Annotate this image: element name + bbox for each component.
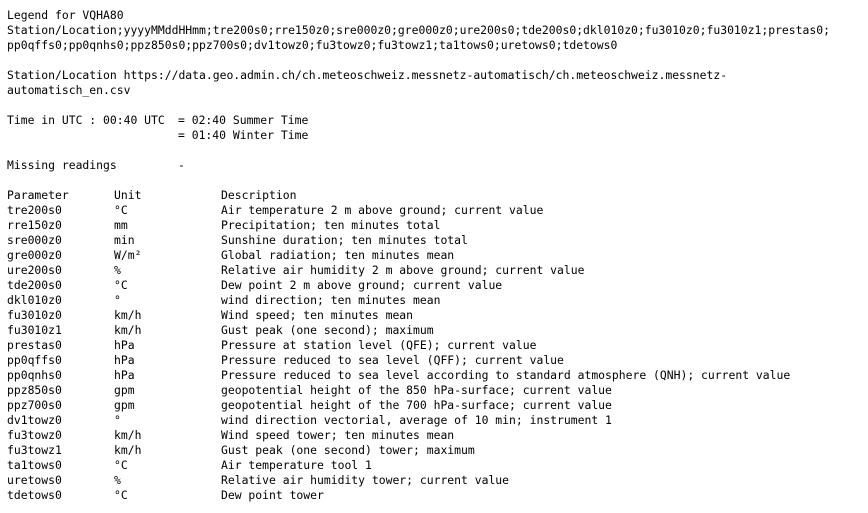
- description-cell: Air temperature 2 m above ground; curren…: [221, 203, 544, 217]
- parameter-cell: fu3towz0: [7, 428, 62, 442]
- table-row: fu3010z1 km/h Gust peak (one second); maxi…: [7, 323, 868, 338]
- description-cell: geopotential height of the 850 hPa-surfa…: [221, 383, 612, 397]
- description-cell: Wind speed tower; ten minutes mean: [221, 428, 455, 442]
- unit-cell: hPa: [114, 338, 135, 352]
- parameter-cell: dv1towz0: [7, 413, 62, 427]
- missing-readings-value: -: [178, 158, 185, 172]
- description-cell: Pressure reduced to sea level (QFF); cur…: [221, 353, 564, 367]
- parameter-cell: rre150z0: [7, 218, 62, 232]
- missing-readings-row: Missing readings -: [7, 158, 868, 173]
- parameter-cell: pp0qnhs0: [7, 368, 62, 382]
- description-cell: Relative air humidity 2 m above ground; …: [221, 263, 585, 277]
- description-cell: Gust peak (one second) tower; maximum: [221, 443, 475, 457]
- station-format-line: Station/Location;yyyyMMddHHmm;tre200s0;r…: [7, 23, 830, 37]
- unit-cell: °C: [114, 203, 128, 217]
- unit-cell: %: [114, 263, 121, 277]
- unit-cell: hPa: [114, 353, 135, 367]
- unit-cell: gpm: [114, 383, 135, 397]
- parameter-cell: prestas0: [7, 338, 62, 352]
- description-cell: wind direction; ten minutes mean: [221, 293, 441, 307]
- legend-title: Legend for VQHA80: [7, 8, 124, 22]
- description-cell: Pressure reduced to sea level according …: [221, 368, 791, 382]
- unit-cell: °: [114, 293, 121, 307]
- table-row: ppz850s0 gpm geopotential height of the 85…: [7, 383, 868, 398]
- table-row: tde200s0 °C Dew point 2 m above ground; cu…: [7, 278, 868, 293]
- parameter-table: tre200s0 °C Air temperature 2 m above grou…: [7, 203, 868, 503]
- station-location-line: automatisch_en.csv: [7, 83, 131, 97]
- description-cell: wind direction vectorial, average of 10 …: [221, 413, 612, 427]
- missing-readings-label: Missing readings: [7, 158, 117, 172]
- table-row: tdetows0 °C Dew point tower: [7, 488, 868, 503]
- table-row: tre200s0 °C Air temperature 2 m above grou…: [7, 203, 868, 218]
- time-utc-label: Time in UTC : 00:40 UTC: [7, 113, 165, 127]
- description-cell: Dew point 2 m above ground; current valu…: [221, 278, 503, 292]
- parameter-cell: fu3010z0: [7, 308, 62, 322]
- unit-cell: °C: [114, 488, 128, 502]
- parameter-cell: pp0qffs0: [7, 353, 62, 367]
- table-row: ppz700s0 gpm geopotential height of the 70…: [7, 398, 868, 413]
- table-row: rre150z0 mm Precipitation; ten minutes tot…: [7, 218, 868, 233]
- description-header: Description: [221, 188, 297, 202]
- unit-cell: %: [114, 473, 121, 487]
- time-row: Time in UTC : 00:40 UTC = 02:40 Summer T…: [7, 113, 868, 128]
- parameter-cell: fu3towz1: [7, 443, 62, 457]
- table-row: fu3010z0 km/h Wind speed; ten minutes mean: [7, 308, 868, 323]
- time-row: = 01:40 Winter Time: [7, 128, 868, 143]
- parameter-cell: uretows0: [7, 473, 62, 487]
- unit-cell: hPa: [114, 368, 135, 382]
- description-cell: Pressure at station level (QFE); current…: [221, 338, 537, 352]
- description-cell: geopotential height of the 700 hPa-surfa…: [221, 398, 612, 412]
- station-format-line: pp0qffs0;pp0qnhs0;ppz850s0;ppz700s0;dv1t…: [7, 38, 618, 52]
- table-row: sre000z0 min Sunshine duration; ten minute…: [7, 233, 868, 248]
- table-row: uretows0% Relative air humidity tower; cu…: [7, 473, 868, 488]
- unit-cell: km/h: [114, 308, 142, 322]
- unit-cell: gpm: [114, 398, 135, 412]
- parameter-header: Parameter: [7, 188, 69, 202]
- table-row: ta1tows0 °C Air temperature tool 1: [7, 458, 868, 473]
- table-header: Parameter Unit Description: [7, 188, 868, 203]
- winter-time: = 01:40 Winter Time: [178, 128, 309, 142]
- parameter-cell: fu3010z1: [7, 323, 62, 337]
- description-cell: Gust peak (one second); maximum: [221, 323, 434, 337]
- unit-cell: °C: [114, 458, 128, 472]
- table-row: prestas0 hPa Pressure at station level (QF…: [7, 338, 868, 353]
- parameter-cell: ppz700s0: [7, 398, 62, 412]
- parameter-cell: tdetows0: [7, 488, 62, 502]
- description-cell: Precipitation; ten minutes total: [221, 218, 441, 232]
- table-row: ure200s0% Relative air humidity 2 m above…: [7, 263, 868, 278]
- table-row: pp0qnhs0 hPa Pressure reduced to sea level…: [7, 368, 868, 383]
- unit-cell: °: [114, 413, 121, 427]
- unit-cell: mm: [114, 218, 128, 232]
- unit-cell: W/m²: [114, 248, 142, 262]
- parameter-cell: sre000z0: [7, 233, 62, 247]
- unit-cell: km/h: [114, 443, 142, 457]
- table-row: pp0qffs0 hPa Pressure reduced to sea level…: [7, 353, 868, 368]
- summer-time: = 02:40 Summer Time: [178, 113, 309, 127]
- unit-cell: min: [114, 233, 135, 247]
- description-cell: Global radiation; ten minutes mean: [221, 248, 455, 262]
- description-cell: Air temperature tool 1: [221, 458, 372, 472]
- table-row: gre000z0 W/m² Global radiation; ten minute…: [7, 248, 868, 263]
- unit-cell: km/h: [114, 428, 142, 442]
- table-row: fu3towz0 km/h Wind speed tower; ten minute…: [7, 428, 868, 443]
- parameter-cell: tde200s0: [7, 278, 62, 292]
- unit-header: Unit: [114, 188, 142, 202]
- legend-document: Legend for VQHA80 Station/Location;yyyyM…: [0, 0, 868, 503]
- description-cell: Sunshine duration; ten minutes total: [221, 233, 468, 247]
- description-cell: Dew point tower: [221, 488, 324, 502]
- parameter-cell: ure200s0: [7, 263, 62, 277]
- parameter-cell: gre000z0: [7, 248, 62, 262]
- parameter-cell: ppz850s0: [7, 383, 62, 397]
- description-cell: Relative air humidity tower; current val…: [221, 473, 510, 487]
- table-row: dv1towz0 ° wind direction vectorial, avera…: [7, 413, 868, 428]
- parameter-cell: dkl010z0: [7, 293, 62, 307]
- table-row: dkl010z0 ° wind direction; ten minutes mea…: [7, 293, 868, 308]
- description-cell: Wind speed; ten minutes mean: [221, 308, 414, 322]
- unit-cell: °C: [114, 278, 128, 292]
- parameter-cell: tre200s0: [7, 203, 62, 217]
- table-row: fu3towz1 km/h Gust peak (one second) tower…: [7, 443, 868, 458]
- station-location-line: Station/Location https://data.geo.admin.…: [7, 68, 728, 82]
- parameter-cell: ta1tows0: [7, 458, 62, 472]
- unit-cell: km/h: [114, 323, 142, 337]
